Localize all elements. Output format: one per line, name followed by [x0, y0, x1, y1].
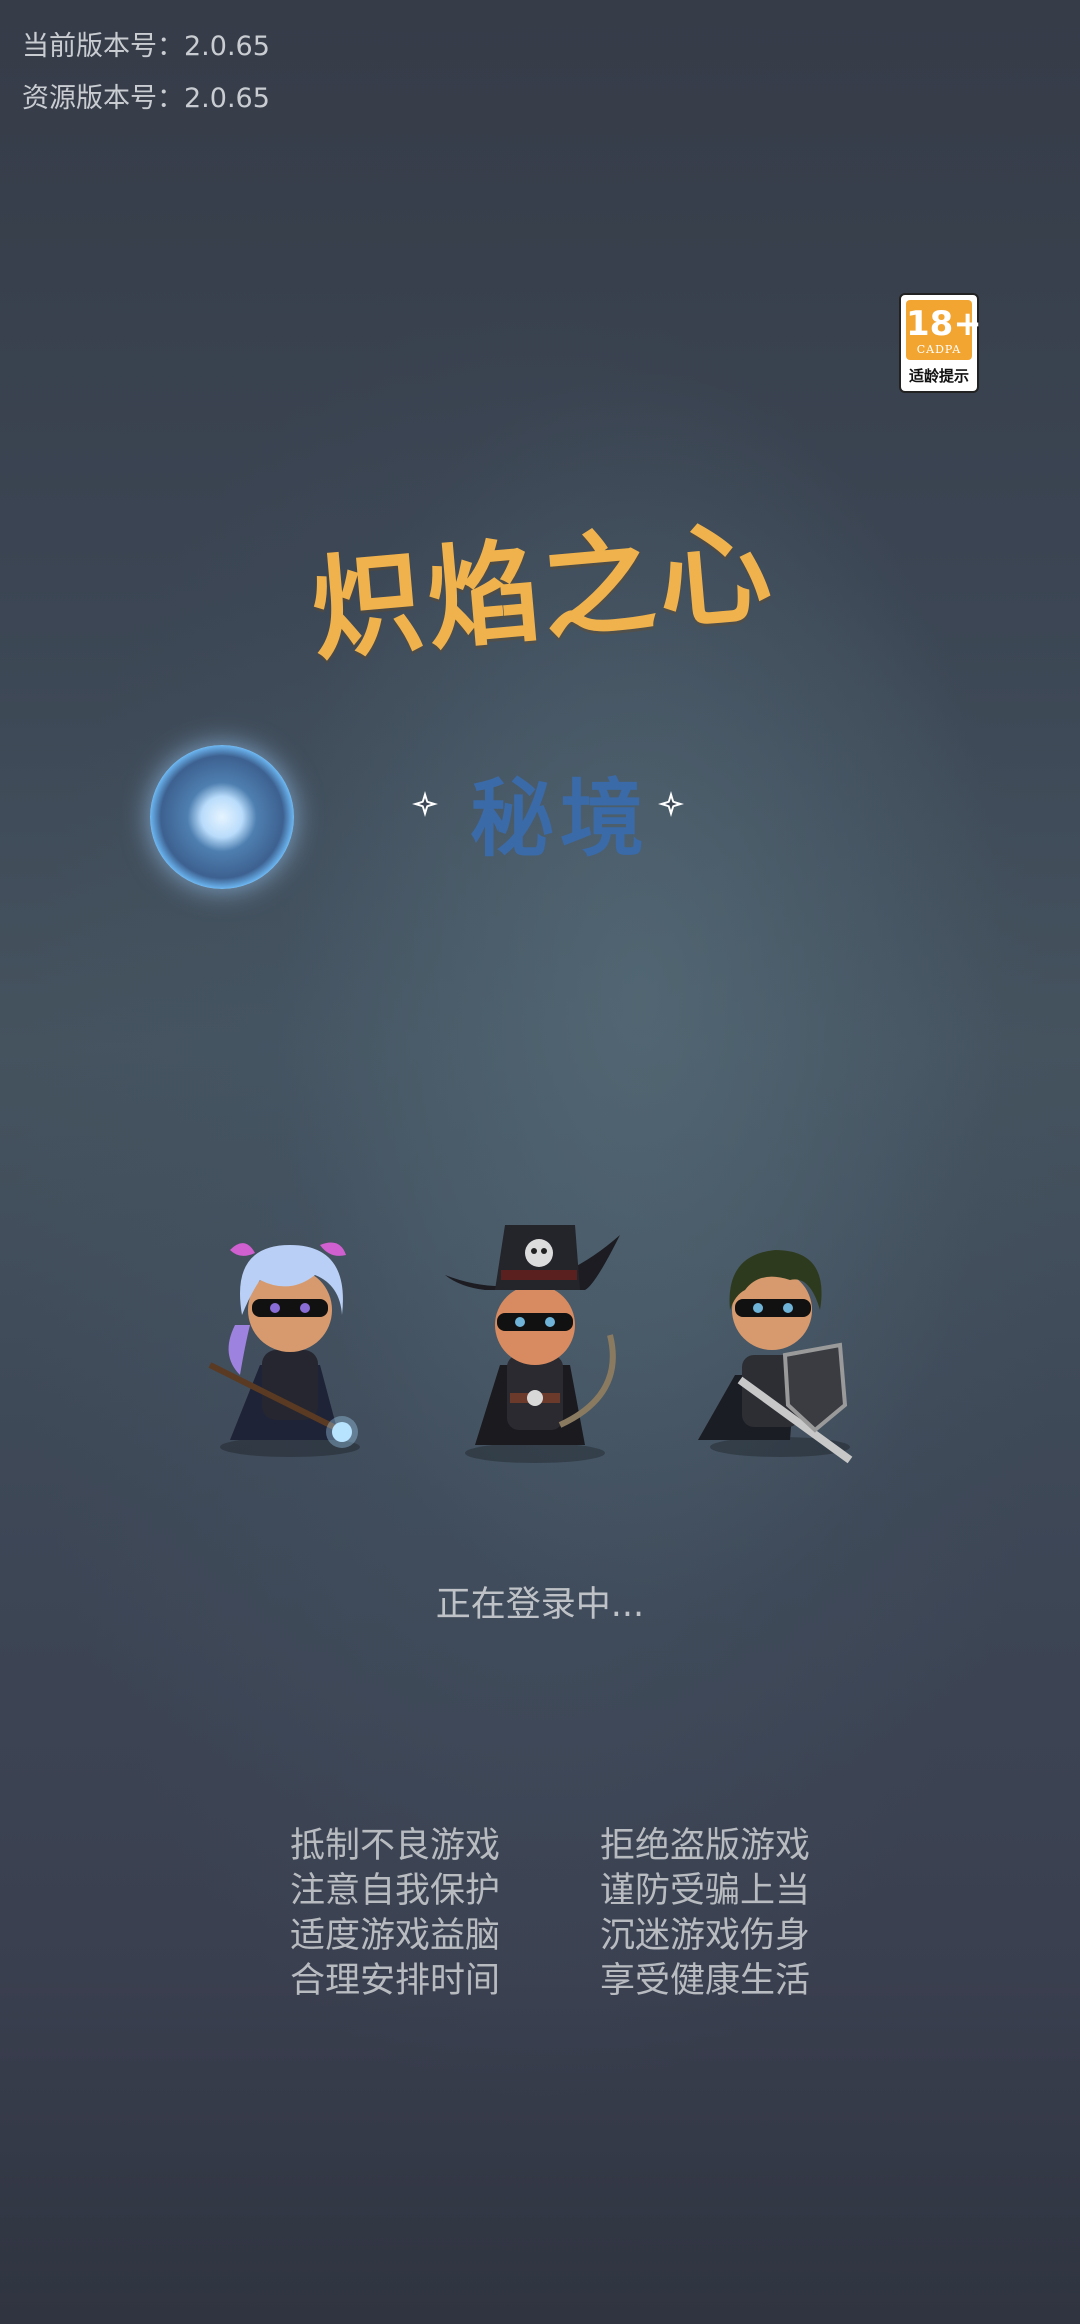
- resource-version-label: 资源版本号：2.0.65: [22, 83, 270, 114]
- mage-hero-icon: [208, 1242, 360, 1457]
- archer-hero-icon: [445, 1225, 620, 1463]
- age-18-rating-icon: 18+ CADPA: [906, 300, 982, 360]
- notice-line: 抵制不良游戏: [290, 1826, 501, 1866]
- notice-line: 注意自我保护: [290, 1871, 501, 1911]
- notice-line: 合理安排时间: [290, 1961, 501, 2001]
- notice-row: 注意自我保护 谨防受骗上当: [290, 1869, 810, 1914]
- age-rating-tip: 适龄提示: [908, 367, 969, 385]
- game-subtitle: 秘境: [470, 770, 651, 868]
- notice-row: 合理安排时间 享受健康生活: [290, 1959, 810, 2004]
- notice-row: 抵制不良游戏 拒绝盗版游戏: [290, 1824, 810, 1869]
- login-screen: 当前版本号：2.0.65 资源版本号：2.0.65 18+ CADPA 适龄提示…: [0, 0, 1080, 2324]
- notice-line: 享受健康生活: [599, 1961, 810, 2001]
- notice-line: 适度游戏益脑: [290, 1916, 501, 1956]
- game-title-logo: 炽焰之心: [306, 506, 780, 677]
- login-status-text: 正在登录中...: [435, 1585, 645, 1625]
- sparkle-icon: [658, 791, 684, 817]
- notice-line: 谨防受骗上当: [599, 1871, 810, 1911]
- glowing-orb-icon: [150, 745, 294, 889]
- sparkle-icon: [412, 791, 438, 817]
- age-rating-number: 18+: [906, 304, 982, 344]
- current-version-label: 当前版本号：2.0.65: [22, 31, 270, 62]
- age-rating-org: CADPA: [916, 343, 962, 356]
- age-rating-badge[interactable]: 18+ CADPA 适龄提示: [899, 293, 982, 393]
- health-game-notice: 抵制不良游戏 拒绝盗版游戏 注意自我保护 谨防受骗上当 适度游戏益脑 沉迷游戏伤…: [290, 1824, 810, 2004]
- knight-hero-icon: [698, 1250, 853, 1464]
- notice-line: 沉迷游戏伤身: [599, 1916, 810, 1956]
- notice-line: 拒绝盗版游戏: [599, 1826, 810, 1866]
- notice-row: 适度游戏益脑 沉迷游戏伤身: [290, 1914, 810, 1959]
